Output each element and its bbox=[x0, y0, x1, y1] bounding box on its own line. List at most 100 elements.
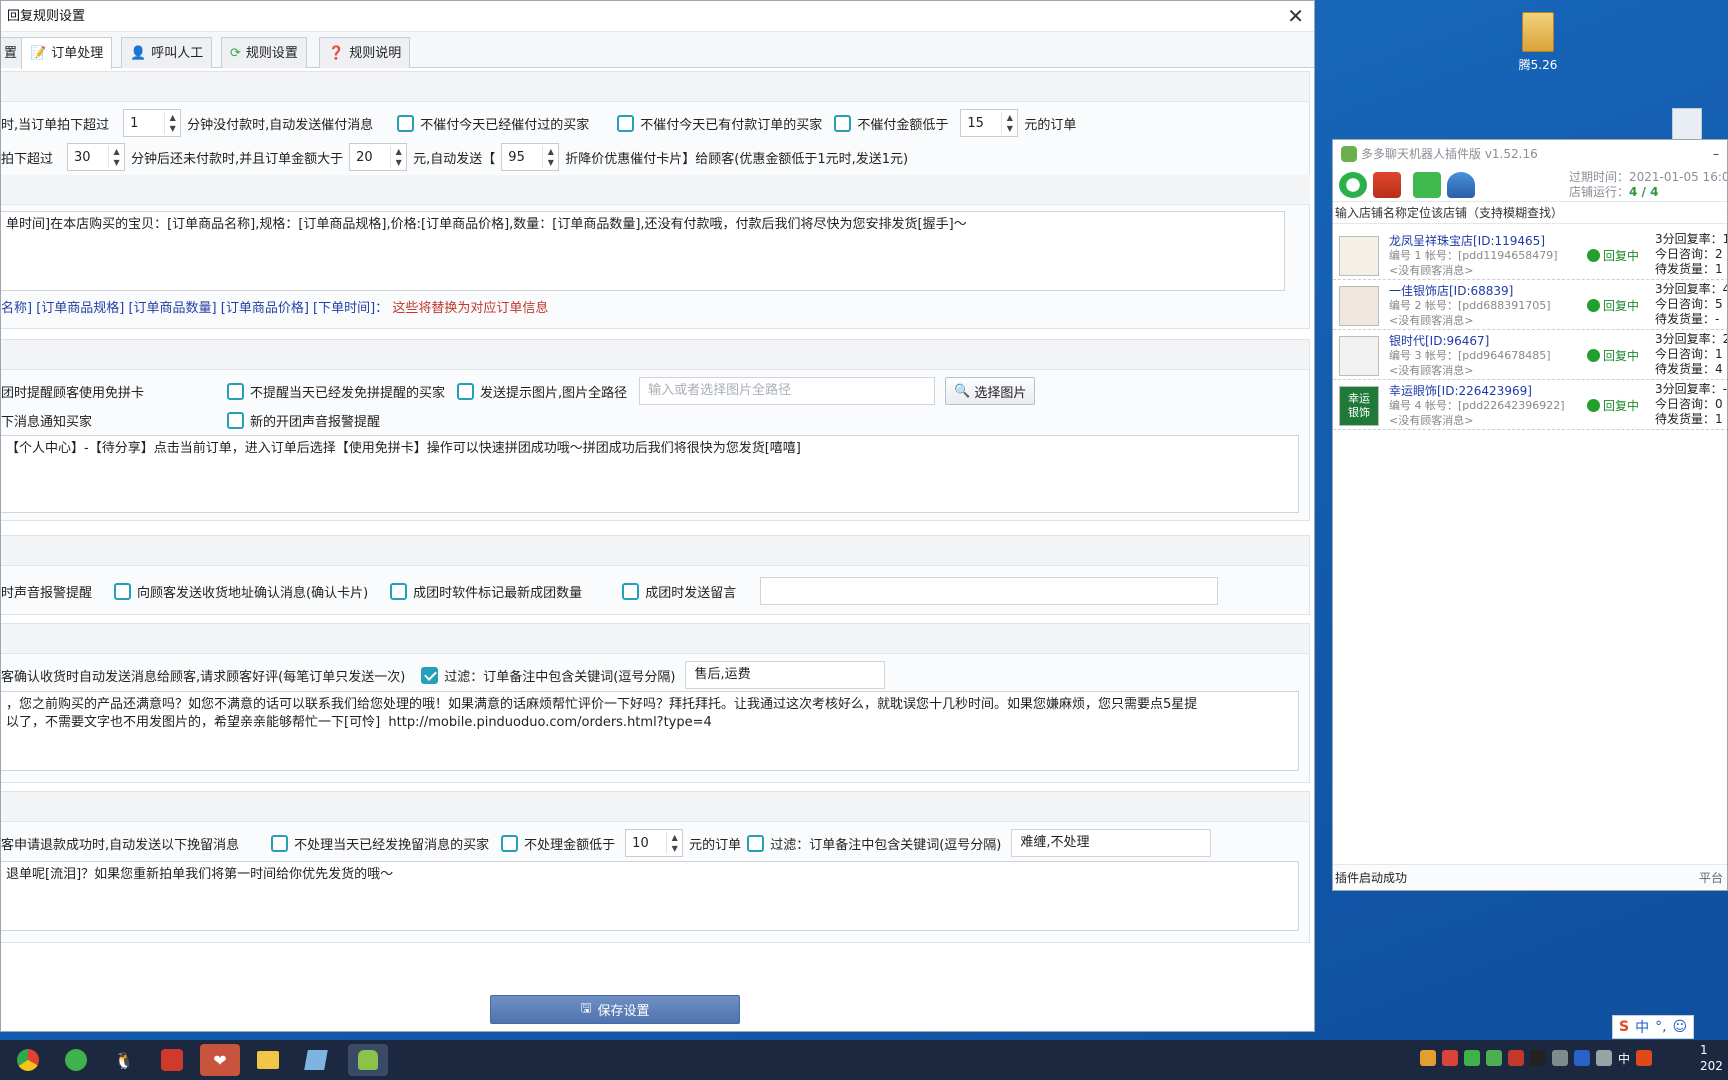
tray-app-icon[interactable] bbox=[1420, 1050, 1436, 1066]
skip-low-amount-checkbox[interactable] bbox=[834, 114, 852, 132]
unpaid-message-textarea[interactable]: 单时间]在本店购买的宝贝：[订单商品名称],规格：[订单商品规格],价格:[订单… bbox=[1, 211, 1285, 291]
image-path-input[interactable]: 输入或者选择图片全路径 bbox=[639, 377, 936, 405]
shop-row[interactable]: 幸运 银饰 幸运眼饰[ID:226423969] 编号 4 帐号：[pdd226… bbox=[1333, 380, 1727, 430]
minimize-icon[interactable]: – bbox=[1713, 140, 1719, 168]
tab-call-human[interactable]: 👤 呼叫人工 bbox=[121, 37, 213, 68]
network-icon[interactable] bbox=[1552, 1050, 1568, 1066]
browser-icon[interactable] bbox=[56, 1044, 96, 1076]
mark-group-count-checkbox[interactable] bbox=[390, 582, 408, 600]
desktop-folder-icon[interactable]: 腾5.26 bbox=[1510, 12, 1566, 73]
qq-icon[interactable]: 🐧 bbox=[104, 1044, 144, 1076]
refund-filter-checkbox[interactable] bbox=[747, 834, 765, 852]
wechat-icon[interactable] bbox=[1486, 1050, 1502, 1066]
skip-reminded-checkbox[interactable] bbox=[397, 114, 415, 132]
chat-icon[interactable] bbox=[1413, 172, 1441, 198]
checkbox-label: 不催付今天已经催付过的买家 bbox=[420, 117, 590, 133]
app-yi-icon[interactable] bbox=[152, 1044, 192, 1076]
rule-settings-window: 回复规则设置 ✕ 置 📝 订单处理 👤 呼叫人工 ⟳ 规则设置 ❓ 规则说明 时… bbox=[0, 0, 1315, 1032]
sogou-tray-icon[interactable] bbox=[1636, 1050, 1653, 1066]
ime-toolbar[interactable]: S 中 °, ☺ bbox=[1612, 1015, 1695, 1039]
tray-app-icon[interactable] bbox=[1442, 1050, 1458, 1066]
discount-rate-stepper[interactable]: 95 ▲ ▼ bbox=[501, 143, 560, 171]
stepper-arrows-icon[interactable]: ▲ ▼ bbox=[1001, 112, 1017, 134]
ime-mode[interactable]: 中 bbox=[1635, 1017, 1649, 1037]
group-note-input[interactable] bbox=[760, 577, 1219, 605]
stepper-arrows-icon[interactable]: ▲ ▼ bbox=[108, 146, 124, 168]
choose-image-button[interactable]: 🔍 选择图片 bbox=[945, 377, 1036, 405]
plugin-title: 多多聊天机器人插件版 v1.52.16 bbox=[1361, 147, 1538, 161]
stepper-arrows-icon[interactable]: ▲ ▼ bbox=[164, 112, 180, 134]
chrome-icon[interactable] bbox=[8, 1044, 48, 1076]
tray-app-icon[interactable] bbox=[1574, 1050, 1590, 1066]
note-icon: 📝 bbox=[30, 46, 47, 61]
tray-app-icon[interactable] bbox=[1508, 1050, 1524, 1066]
robot-plugin-icon[interactable] bbox=[348, 1044, 388, 1076]
refresh-icon[interactable] bbox=[1339, 172, 1367, 198]
tray-app-icon[interactable] bbox=[1464, 1050, 1480, 1066]
review-message-textarea[interactable]: ，您之前购买的产品还满意吗？如您不满意的话可以联系我们给您处理的哦！如果满意的话… bbox=[1, 691, 1299, 771]
shop-row[interactable]: 一佳银饰店[ID:68839] 编号 2 帐号：[pdd688391705] <… bbox=[1333, 280, 1727, 330]
refund-keywords-input[interactable]: 难缠,不处理 bbox=[1011, 829, 1212, 857]
save-settings-button[interactable]: 🖫 保存设置 bbox=[490, 995, 740, 1024]
magnifier-icon: 🔍 bbox=[954, 383, 971, 399]
shop-status: 回复中 bbox=[1587, 247, 1639, 264]
tab-order-processing[interactable]: 📝 订单处理 bbox=[21, 37, 113, 69]
unpaid-minutes-stepper[interactable]: 1 ▲ ▼ bbox=[123, 109, 182, 137]
address-confirm-checkbox[interactable] bbox=[114, 582, 132, 600]
shop-row[interactable]: 银时代[ID:96467] 编号 3 帐号：[pdd964678485] <没有… bbox=[1333, 330, 1727, 380]
checkbox-label: 向顾客发送收货地址确认消息(确认卡片) bbox=[137, 585, 369, 601]
refund-amount-stepper[interactable]: 10 ▲ ▼ bbox=[625, 829, 684, 857]
refund-message-textarea[interactable]: 退单呢[流泪]？如果您重新拍单我们将第一时间给你优先发货的哦～ bbox=[1, 861, 1299, 931]
skip-retained-checkbox[interactable] bbox=[271, 834, 289, 852]
group-message-textarea[interactable]: 【个人中心】-【待分享】点击当前订单，进入订单后选择【使用免拼卡】操作可以快速拼… bbox=[1, 435, 1299, 513]
tab-rule-settings[interactable]: ⟳ 规则设置 bbox=[221, 37, 307, 68]
checkbox-label: 不处理金额低于 bbox=[524, 837, 616, 853]
label: 客申请退款成功时,自动发送以下挽留消息 bbox=[1, 837, 240, 853]
emoji-icon[interactable]: ☺ bbox=[1673, 1019, 1688, 1035]
tab-rule-help[interactable]: ❓ 规则说明 bbox=[319, 37, 411, 68]
status-dot-icon bbox=[1587, 399, 1600, 412]
checkbox-label: 成团时软件标记最新成团数量 bbox=[413, 585, 583, 601]
notepad-icon[interactable] bbox=[296, 1044, 336, 1076]
stepper-arrows-icon[interactable]: ▲ ▼ bbox=[390, 146, 406, 168]
discount-minutes-stepper[interactable]: 30 ▲ ▼ bbox=[67, 143, 126, 171]
status-label: 回复中 bbox=[1603, 349, 1640, 363]
stepper-value: 15 bbox=[967, 115, 984, 131]
discount-amount-stepper[interactable]: 20 ▲ ▼ bbox=[349, 143, 408, 171]
shop-search-input[interactable]: 输入店铺名称定位该店铺（支持模糊查找） bbox=[1333, 202, 1727, 224]
pinduoduo-icon[interactable]: ❤ bbox=[200, 1044, 240, 1076]
send-image-checkbox[interactable] bbox=[457, 382, 475, 400]
alarm-icon[interactable] bbox=[1373, 172, 1401, 198]
label: 元的订单 bbox=[1024, 117, 1077, 133]
taskbar-clock[interactable]: 1 202 bbox=[1700, 1042, 1723, 1074]
skip-low-refund-checkbox[interactable] bbox=[501, 834, 519, 852]
checkbox-label: 新的开团声音报警提醒 bbox=[250, 415, 381, 430]
volume-icon[interactable] bbox=[1596, 1050, 1612, 1066]
min-amount-stepper[interactable]: 15 ▲ ▼ bbox=[960, 109, 1019, 137]
close-icon[interactable]: ✕ bbox=[1287, 1, 1304, 32]
ime-tray-icon[interactable]: 中 bbox=[1618, 1050, 1630, 1066]
stepper-arrows-icon[interactable]: ▲ ▼ bbox=[666, 832, 682, 854]
file-explorer-icon[interactable] bbox=[248, 1044, 288, 1076]
store-count: 4 / 4 bbox=[1629, 185, 1659, 199]
plugin-window: 多多聊天机器人插件版 v1.52.16 – 过期时间：2021-01-05 16… bbox=[1332, 139, 1728, 891]
expire-time: 过期时间：2021-01-05 16:04:5 bbox=[1569, 170, 1727, 184]
review-keywords-input[interactable]: 售后,运费 bbox=[685, 661, 886, 689]
label: 分钟后还未付款时,并且订单金额大于 bbox=[131, 151, 344, 167]
send-group-note-checkbox[interactable] bbox=[622, 582, 640, 600]
label: 时,当订单拍下超过 bbox=[1, 117, 110, 133]
qq-tray-icon[interactable] bbox=[1530, 1050, 1546, 1066]
user-info-icon[interactable] bbox=[1447, 172, 1475, 198]
review-filter-checkbox[interactable] bbox=[421, 666, 439, 684]
shop-meta: 编号 2 帐号：[pdd688391705] bbox=[1389, 299, 1551, 312]
skip-paid-checkbox[interactable] bbox=[617, 114, 635, 132]
shop-row[interactable]: 龙凤呈祥珠宝店[ID:119465] 编号 1 帐号：[pdd119465847… bbox=[1333, 230, 1727, 280]
unpaid-row-2: 拍下超过 30 ▲ ▼ 分钟后还未付款时,并且订单金额大于 20 ▲ ▼ 元,自动发… bbox=[1, 143, 908, 171]
shop-avatar: 幸运 银饰 bbox=[1339, 386, 1379, 426]
stepper-arrows-icon[interactable]: ▲ ▼ bbox=[542, 146, 558, 168]
skip-group-reminded-checkbox[interactable] bbox=[227, 382, 244, 400]
new-group-sound-checkbox[interactable] bbox=[227, 412, 244, 429]
punctuation-icon[interactable]: °, bbox=[1655, 1019, 1666, 1035]
status-dot-icon bbox=[1587, 349, 1600, 362]
desktop-document-icon[interactable] bbox=[1672, 108, 1702, 142]
